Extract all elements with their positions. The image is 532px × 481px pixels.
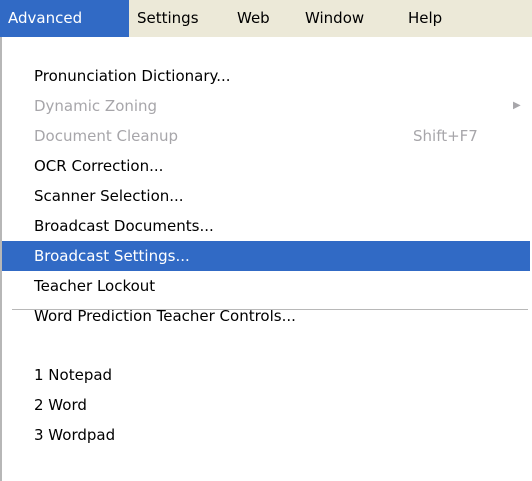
menu-help[interactable]: Help bbox=[400, 0, 464, 37]
recent-file-label: 2 Word bbox=[34, 396, 87, 414]
menu-item-label: Broadcast Settings... bbox=[34, 247, 190, 265]
menu-item-pronunciation-dictionary[interactable]: Pronunciation Dictionary... bbox=[2, 61, 530, 91]
menu-item-document-cleanup: Document Cleanup Shift+F7 bbox=[2, 121, 530, 151]
recent-file-wordpad[interactable]: 3 Wordpad bbox=[2, 420, 530, 450]
menu-window[interactable]: Window bbox=[297, 0, 400, 37]
menu-item-label: OCR Correction... bbox=[34, 157, 164, 175]
menu-window-label: Window bbox=[305, 9, 365, 27]
menu-advanced[interactable]: Advanced bbox=[0, 0, 129, 37]
menu-item-label: Word Prediction Teacher Controls... bbox=[34, 307, 296, 325]
menu-item-broadcast-settings[interactable]: Broadcast Settings... bbox=[2, 241, 530, 271]
menu-item-word-prediction-teacher-controls[interactable]: Word Prediction Teacher Controls... bbox=[2, 301, 530, 331]
menu-settings[interactable]: Settings bbox=[129, 0, 229, 37]
menu-advanced-label: Advanced bbox=[8, 9, 83, 27]
menu-item-label: Document Cleanup bbox=[34, 127, 179, 145]
menu-bar: Advanced Settings Web Window Help bbox=[0, 0, 532, 37]
menu-web-label: Web bbox=[237, 9, 270, 27]
advanced-menu-dropdown: Pronunciation Dictionary... Dynamic Zoni… bbox=[0, 37, 530, 481]
menu-item-broadcast-documents[interactable]: Broadcast Documents... bbox=[2, 211, 530, 241]
menu-web[interactable]: Web bbox=[229, 0, 297, 37]
menu-item-shortcut: Shift+F7 bbox=[413, 127, 478, 145]
menu-item-label: Scanner Selection... bbox=[34, 187, 184, 205]
recent-file-label: 1 Notepad bbox=[34, 366, 113, 384]
menu-item-label: Dynamic Zoning bbox=[34, 97, 158, 115]
menu-item-teacher-lockout[interactable]: Teacher Lockout bbox=[2, 271, 530, 301]
recent-file-word[interactable]: 2 Word bbox=[2, 390, 530, 420]
submenu-arrow-icon: ▶ bbox=[513, 100, 521, 111]
menu-item-scanner-selection[interactable]: Scanner Selection... bbox=[2, 181, 530, 211]
menu-help-label: Help bbox=[408, 9, 443, 27]
menu-separator bbox=[12, 309, 528, 310]
menu-item-label: Broadcast Documents... bbox=[34, 217, 214, 235]
menu-item-dynamic-zoning: Dynamic Zoning ▶ bbox=[2, 91, 530, 121]
menu-settings-label: Settings bbox=[137, 9, 199, 27]
menu-item-label: Teacher Lockout bbox=[34, 277, 156, 295]
menu-item-ocr-correction[interactable]: OCR Correction... bbox=[2, 151, 530, 181]
menu-item-label: Pronunciation Dictionary... bbox=[34, 67, 231, 85]
recent-file-label: 3 Wordpad bbox=[34, 426, 116, 444]
recent-file-notepad[interactable]: 1 Notepad bbox=[2, 360, 530, 390]
